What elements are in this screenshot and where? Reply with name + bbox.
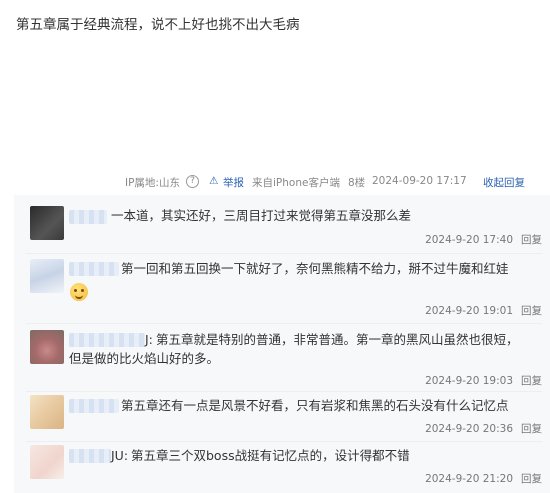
- avatar[interactable]: [30, 395, 64, 429]
- avatar[interactable]: [30, 206, 64, 240]
- reply-item: 一本道，其实还好，三周目打过来觉得第五章没那么差 2024-9-20 17:40…: [14, 195, 550, 253]
- post-time: 2024-09-20 17:17: [372, 175, 467, 187]
- reply-prefix: J:: [145, 332, 153, 347]
- reply-button[interactable]: 回复: [521, 423, 542, 435]
- post-meta-bar: IP属地:山东 ? ⚠ 举报 来自iPhone客户端 8楼 2024-09-20…: [14, 169, 550, 193]
- reply-text: 第五章还有一点是风景不好看，只有岩浆和焦黑的石头没有什么记忆点: [121, 398, 509, 413]
- reply-meta: 2024-9-20 17:40 回复: [425, 232, 542, 247]
- report-link[interactable]: 举报: [223, 175, 244, 190]
- reply-button[interactable]: 回复: [521, 473, 542, 485]
- reply-item: 第五章还有一点是风景不好看，只有岩浆和焦黑的石头没有什么记忆点 2024-9-2…: [14, 391, 550, 441]
- reply-meta: 2024-9-20 19:03 回复: [425, 373, 542, 388]
- reply-username[interactable]: [69, 333, 145, 347]
- reply-username[interactable]: [69, 210, 107, 224]
- post-content: 第五章属于经典流程，说不上好也挑不出大毛病: [16, 17, 300, 33]
- reply-text: 第五章三个双boss战挺有记忆点的，设计得都不错: [131, 448, 410, 463]
- reply-button[interactable]: 回复: [521, 375, 542, 387]
- help-icon[interactable]: ?: [186, 175, 199, 188]
- reply-text-line2: 但是做的比火焰山好的多。: [69, 351, 220, 366]
- reply-list: 一本道，其实还好，三周目打过来觉得第五章没那么差 2024-9-20 17:40…: [14, 195, 550, 493]
- reply-button[interactable]: 回复: [521, 234, 542, 246]
- reply-time: 2024-9-20 19:01: [425, 305, 513, 317]
- reply-username[interactable]: [69, 399, 119, 413]
- avatar[interactable]: [30, 330, 64, 364]
- ip-location: IP属地:山东: [125, 177, 180, 189]
- reply-prefix: JU:: [111, 448, 129, 463]
- reply-item: JU: 第五章三个双boss战挺有记忆点的，设计得都不错 2024-9-20 2…: [14, 441, 550, 493]
- reply-text: 第一回和第五回换一下就好了，奈何黑熊精不给力，掰不过牛魔和红娃: [121, 261, 509, 276]
- reply-meta: 2024-9-20 20:36 回复: [425, 421, 542, 436]
- avatar[interactable]: [30, 259, 64, 293]
- warning-icon[interactable]: ⚠: [209, 175, 218, 187]
- reply-time: 2024-9-20 19:03: [425, 375, 513, 387]
- reply-time: 2024-9-20 20:36: [425, 423, 513, 435]
- reply-time: 2024-9-20 17:40: [425, 234, 513, 246]
- client-info: 来自iPhone客户端: [252, 177, 340, 189]
- reply-meta: 2024-9-20 21:20 回复: [425, 471, 542, 486]
- reply-username[interactable]: [69, 262, 119, 276]
- collapse-replies-link[interactable]: 收起回复: [483, 175, 525, 190]
- reply-button[interactable]: 回复: [521, 305, 542, 317]
- reply-text: 第五章就是特别的普通，非常普通。第一章的黑风山虽然也很短，: [156, 332, 519, 347]
- reply-username[interactable]: [69, 449, 111, 463]
- reply-text: 一本道，其实还好，三周目打过来觉得第五章没那么差: [111, 208, 412, 223]
- smile-emoji-icon: [70, 283, 88, 301]
- avatar[interactable]: [30, 445, 64, 479]
- reply-time: 2024-9-20 21:20: [425, 473, 513, 485]
- reply-item: 第一回和第五回换一下就好了，奈何黑熊精不给力，掰不过牛魔和红娃 2024-9-2…: [14, 253, 550, 323]
- floor-number: 8楼: [348, 177, 366, 189]
- reply-meta: 2024-9-20 19:01 回复: [425, 303, 542, 318]
- reply-item: J: 第五章就是特别的普通，非常普通。第一章的黑风山虽然也很短， 但是做的比火焰…: [14, 323, 550, 391]
